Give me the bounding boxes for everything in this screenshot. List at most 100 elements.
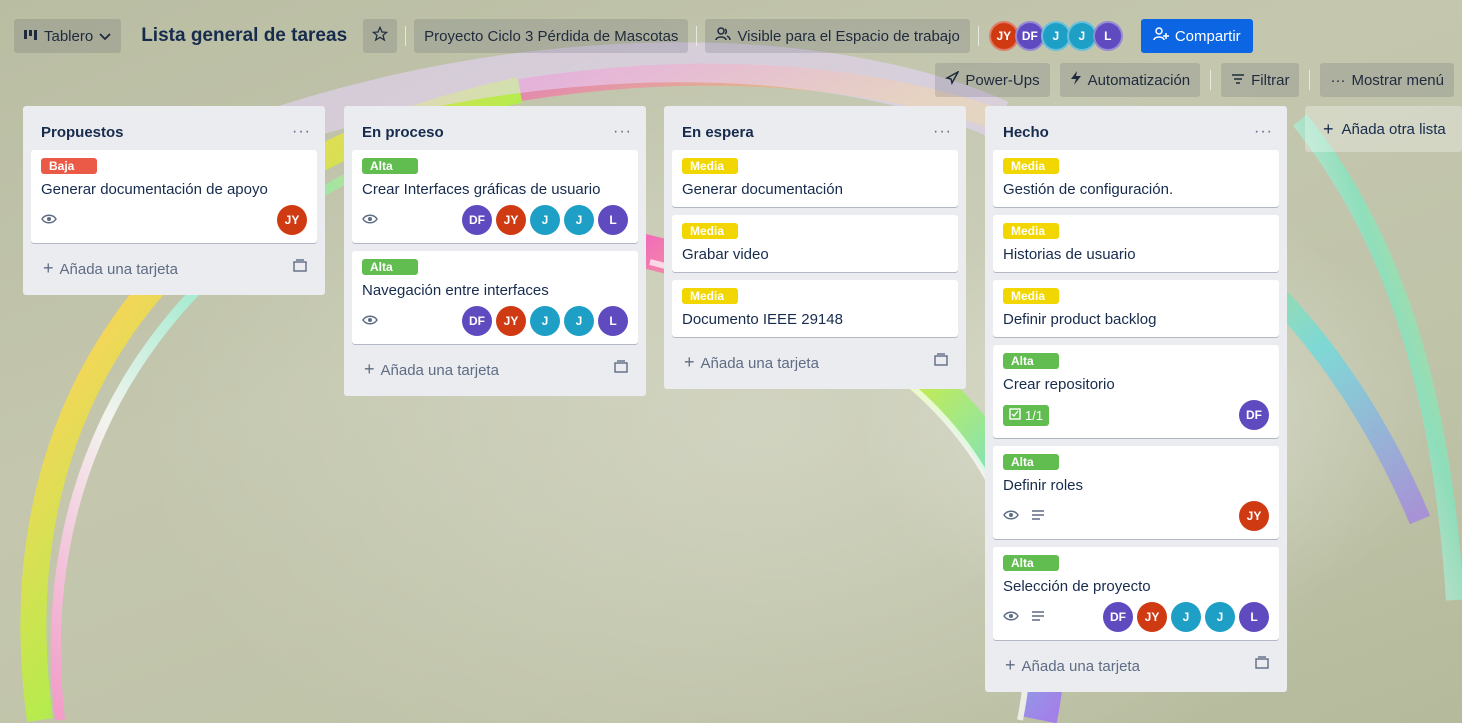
show-menu-button[interactable]: ··· Mostrar menú: [1320, 63, 1454, 97]
avatar[interactable]: JY: [277, 205, 307, 235]
avatar[interactable]: DF: [1239, 400, 1269, 430]
avatar[interactable]: DF: [462, 306, 492, 336]
list-header: Propuestos ···: [31, 114, 317, 150]
card-label: Media: [1003, 223, 1059, 239]
card-footer: DF JY J J L: [1003, 602, 1269, 632]
avatar[interactable]: J: [564, 205, 594, 235]
card-label: Alta: [362, 259, 418, 275]
list-title[interactable]: En proceso: [362, 124, 444, 141]
avatar[interactable]: L: [598, 306, 628, 336]
card[interactable]: Alta Selección de proyecto DF JY J J L: [993, 547, 1279, 640]
avatar[interactable]: J: [1205, 602, 1235, 632]
avatar[interactable]: J: [1171, 602, 1201, 632]
automation-button[interactable]: Automatización: [1059, 63, 1201, 97]
card[interactable]: Media Historias de usuario: [993, 215, 1279, 272]
card-title: Grabar video: [682, 246, 769, 263]
list-menu-icon[interactable]: ···: [933, 123, 952, 141]
card[interactable]: Media Generar documentación: [672, 150, 958, 207]
avatar[interactable]: J: [564, 306, 594, 336]
more-icon: ···: [1330, 71, 1346, 89]
template-icon[interactable]: [934, 353, 948, 371]
visibility-button[interactable]: Visible para el Espacio de trabajo: [705, 19, 970, 53]
share-button[interactable]: Compartir: [1140, 19, 1253, 53]
checklist-badge: 1/1: [1003, 404, 1050, 426]
description-icon: [1031, 609, 1045, 625]
card[interactable]: Media Gestión de configuración.: [993, 150, 1279, 207]
header-row-main: Tablero Lista general de tareas Proyecto…: [14, 16, 1253, 56]
card-label: Media: [682, 158, 738, 174]
eye-icon: [41, 212, 57, 228]
card-title: Definir roles: [1003, 477, 1084, 494]
avatar[interactable]: J: [530, 205, 560, 235]
list-menu-icon[interactable]: ···: [292, 123, 311, 141]
power-ups-button[interactable]: Power-Ups: [935, 63, 1050, 97]
list-title[interactable]: En espera: [682, 124, 754, 141]
list-header: Hecho ···: [993, 114, 1279, 150]
list-propuestos: Propuestos ··· Baja Generar documentació…: [23, 106, 325, 295]
add-card-button[interactable]: + Añada una tarjeta: [993, 648, 1279, 682]
rocket-icon: [945, 70, 961, 89]
list-header: En espera ···: [672, 114, 958, 150]
template-icon[interactable]: [1255, 656, 1269, 674]
card-title: Selección de proyecto: [1003, 578, 1151, 595]
share-label: Compartir: [1174, 27, 1241, 45]
add-card-button[interactable]: + Añada una tarjeta: [672, 345, 958, 379]
card[interactable]: Media Documento IEEE 29148: [672, 280, 958, 337]
card[interactable]: Alta Crear Interfaces gráficas de usuari…: [352, 150, 638, 243]
description-icon: [1031, 508, 1045, 524]
add-card-label: Añada una tarjeta: [700, 354, 819, 372]
card-title: Navegación entre interfaces: [362, 282, 549, 299]
avatar[interactable]: JY: [1239, 501, 1269, 531]
add-card-label: Añada una tarjeta: [1021, 657, 1140, 675]
list-title[interactable]: Propuestos: [41, 124, 124, 141]
list-menu-icon[interactable]: ···: [613, 123, 632, 141]
workspace-button[interactable]: Proyecto Ciclo 3 Pérdida de Mascotas: [414, 19, 689, 53]
board-title[interactable]: Lista general de tareas: [129, 25, 355, 47]
avatar[interactable]: J: [530, 306, 560, 336]
avatar[interactable]: JY: [496, 306, 526, 336]
board-header: Tablero Lista general de tareas Proyecto…: [0, 0, 1462, 102]
add-person-icon: [1153, 27, 1169, 45]
card-label: Alta: [1003, 353, 1059, 369]
add-card-button[interactable]: + Añada una tarjeta: [352, 352, 638, 386]
card[interactable]: Baja Generar documentación de apoyo JY: [31, 150, 317, 243]
card-footer: 1/1 DF: [1003, 400, 1269, 430]
card-label: Alta: [1003, 454, 1059, 470]
add-card-label: Añada una tarjeta: [380, 361, 499, 379]
avatar[interactable]: L: [1092, 21, 1123, 51]
avatar[interactable]: DF: [462, 205, 492, 235]
card-title: Generar documentación: [682, 181, 843, 198]
star-icon: [371, 25, 389, 46]
card[interactable]: Alta Navegación entre interfaces DF JY J…: [352, 251, 638, 344]
automation-label: Automatización: [1087, 71, 1191, 89]
star-button[interactable]: [363, 19, 398, 53]
lightning-icon: [1070, 71, 1082, 89]
card[interactable]: Alta Definir roles JY: [993, 446, 1279, 539]
avatar[interactable]: JY: [496, 205, 526, 235]
avatar[interactable]: L: [598, 205, 628, 235]
avatar[interactable]: JY: [1137, 602, 1167, 632]
plus-icon: +: [1323, 118, 1334, 139]
template-icon[interactable]: [614, 360, 628, 378]
list-title[interactable]: Hecho: [1003, 124, 1049, 141]
card-footer: DF JY J J L: [362, 205, 628, 235]
board-view-icon: [24, 28, 38, 45]
card[interactable]: Media Definir product backlog: [993, 280, 1279, 337]
divider: [1309, 70, 1311, 90]
divider: [1210, 70, 1212, 90]
add-card-button[interactable]: + Añada una tarjeta: [31, 251, 317, 285]
card[interactable]: Alta Crear repositorio 1/1 DF: [993, 345, 1279, 438]
avatar[interactable]: DF: [1103, 602, 1133, 632]
card[interactable]: Media Grabar video: [672, 215, 958, 272]
avatar[interactable]: L: [1239, 602, 1269, 632]
card-footer: JY: [41, 205, 307, 235]
list-en-proceso: En proceso ··· Alta Crear Interfaces grá…: [344, 106, 646, 396]
view-switcher[interactable]: Tablero: [14, 19, 122, 53]
list-menu-icon[interactable]: ···: [1254, 123, 1273, 141]
board-members: JY DF J J L: [988, 21, 1123, 51]
template-icon[interactable]: [293, 259, 307, 277]
add-list-button[interactable]: + Añada otra lista: [1305, 106, 1462, 152]
header-row-tools: Power-Ups Automatización Filtrar ··· Mos…: [935, 62, 1454, 98]
card-footer: JY: [1003, 501, 1269, 531]
filter-button[interactable]: Filtrar: [1221, 63, 1300, 97]
